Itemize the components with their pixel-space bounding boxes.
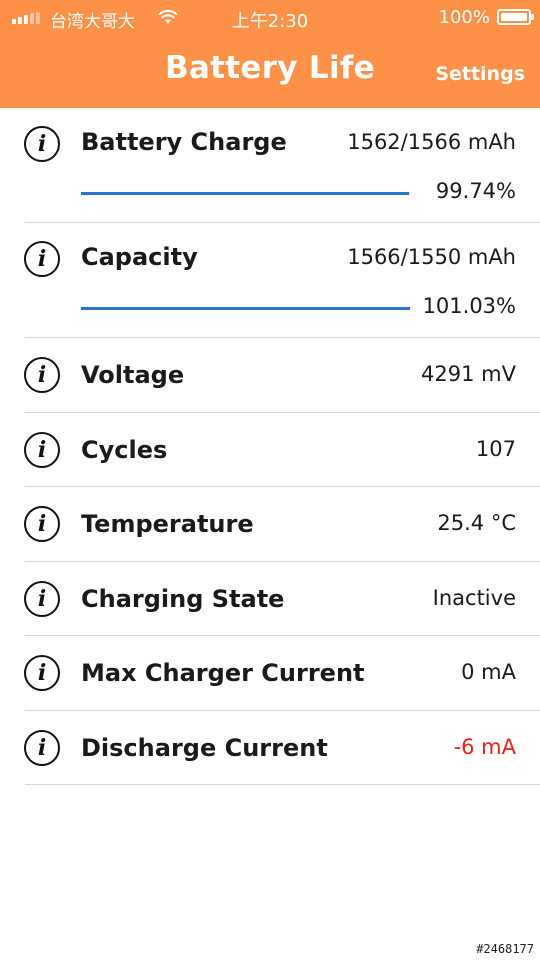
row-percent: 101.03% <box>422 294 516 318</box>
info-icon[interactable]: i <box>24 580 60 617</box>
info-icon[interactable]: i <box>24 241 60 277</box>
header-bar: 台湾大哥大 上午2:30 100% Battery Life Settings <box>0 0 540 108</box>
list-item-battery-charge: i Battery Charge 1562/1566 mAh 99.74% <box>0 108 540 223</box>
list-item-discharge-current: i Discharge Current -6 mA <box>0 711 540 785</box>
row-label: Battery Charge <box>81 128 287 156</box>
row-label: Cycles <box>81 435 168 464</box>
info-icon[interactable]: i <box>24 506 60 542</box>
battery-icon <box>497 9 534 25</box>
row-label: Max Charger Current <box>81 659 365 687</box>
battery-percent: 100% <box>438 7 490 28</box>
list-item-cycles: i Cycles 107 <box>0 413 540 487</box>
row-value: -6 mA <box>453 734 516 759</box>
status-bar: 台湾大哥大 上午2:30 100% <box>0 0 540 36</box>
row-percent: 99.74% <box>435 179 516 203</box>
divider <box>25 784 540 785</box>
list-item-voltage: i Voltage 4291 mV <box>0 338 540 413</box>
watermark-id: #2468177 <box>476 942 534 956</box>
list-item-max-charger-current: i Max Charger Current 0 mA <box>0 636 540 711</box>
row-value: 0 mA <box>461 660 516 684</box>
list-item-charging-state: i Charging State Inactive <box>0 562 540 636</box>
row-label: Charging State <box>81 584 285 613</box>
row-label: Discharge Current <box>81 733 328 762</box>
battery-life-screen: 台湾大哥大 上午2:30 100% Battery Life Settings … <box>0 0 540 960</box>
row-label: Capacity <box>81 243 198 271</box>
info-icon[interactable]: i <box>24 729 60 766</box>
row-value: 107 <box>475 436 516 461</box>
list-item-capacity: i Capacity 1566/1550 mAh 101.03% <box>0 223 540 338</box>
info-icon[interactable]: i <box>24 655 60 691</box>
list-item-temperature: i Temperature 25.4 °C <box>0 487 540 562</box>
info-icon[interactable]: i <box>24 126 60 162</box>
info-icon[interactable]: i <box>24 431 60 468</box>
row-value: Inactive <box>432 585 516 610</box>
info-icon[interactable]: i <box>24 357 60 393</box>
row-label: Voltage <box>81 361 185 389</box>
row-value: 4291 mV <box>421 362 516 386</box>
capacity-progress-bar <box>81 307 410 310</box>
battery-info-list: i Battery Charge 1562/1566 mAh 99.74% i … <box>0 108 540 785</box>
row-value: 25.4 °C <box>437 511 516 535</box>
settings-button[interactable]: Settings <box>435 63 525 85</box>
battery-charge-progress-bar <box>81 192 410 195</box>
row-value: 1562/1566 mAh <box>347 130 516 154</box>
row-label: Temperature <box>81 510 254 538</box>
row-value: 1566/1550 mAh <box>347 245 516 269</box>
